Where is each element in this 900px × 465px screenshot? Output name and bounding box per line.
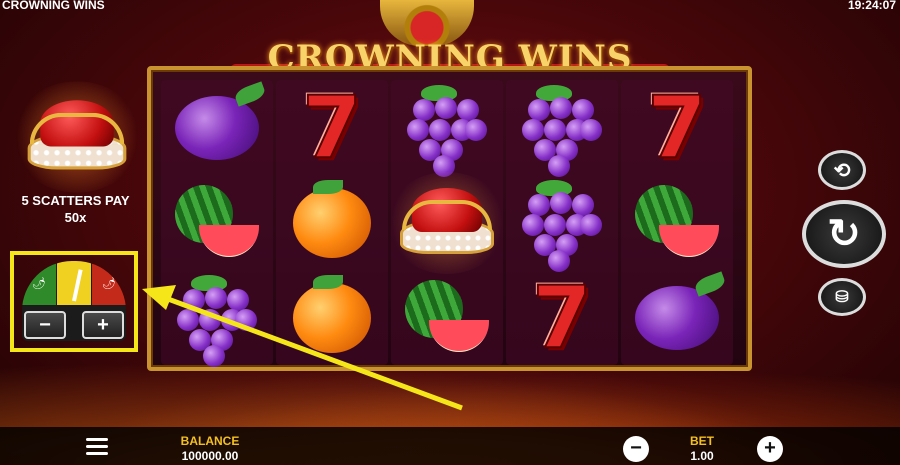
- reel-1: [161, 80, 273, 367]
- scatter-pay-text: 5 SCATTERS PAY: [21, 193, 130, 208]
- balance-value: 100000.00: [181, 449, 239, 463]
- reel-5: 7: [621, 80, 733, 365]
- autoplay-button[interactable]: ⟲: [818, 150, 866, 190]
- symbol-watermelon: [621, 175, 733, 270]
- symbol-watermelon: [391, 270, 503, 365]
- volatility-minus-button[interactable]: −: [24, 311, 66, 339]
- volatility-low-segment: 🌶: [22, 261, 56, 305]
- symbol-watermelon: [161, 175, 273, 270]
- bet-coins-button[interactable]: ⛁: [818, 278, 866, 316]
- symbol-crown: [386, 171, 508, 274]
- symbol-seven: 7: [646, 77, 708, 178]
- scatter-multiplier: 50x: [64, 210, 87, 225]
- symbol-grapes: [391, 80, 503, 177]
- symbol-grapes: [506, 175, 618, 272]
- volatility-meter: 🌶 🌶 − +: [22, 261, 126, 341]
- bet-label: BET: [690, 434, 714, 448]
- menu-button[interactable]: [86, 438, 108, 456]
- volatility-high-segment: 🌶: [92, 261, 126, 305]
- autoplay-icon: ⟲: [833, 159, 851, 182]
- reels-frame: 777: [147, 66, 752, 371]
- balance-label: BALANCE: [180, 434, 240, 448]
- scatter-info: 5 SCATTERS PAY 50x: [8, 192, 143, 226]
- volatility-plus-button[interactable]: +: [82, 311, 124, 339]
- spin-icon: ↻: [827, 212, 861, 256]
- reel-2: 7: [276, 80, 388, 365]
- menu-icon: [86, 438, 108, 441]
- symbol-seven: 7: [301, 77, 363, 178]
- symbol-seven: 7: [531, 267, 593, 368]
- symbol-grapes: [506, 80, 618, 177]
- symbol-grapes: [161, 270, 273, 367]
- bet-minus-button[interactable]: −: [623, 436, 649, 462]
- game-name: CROWNING WINS: [2, 0, 105, 12]
- coins-icon: ⛁: [835, 289, 849, 306]
- reel-3: [386, 80, 508, 365]
- reel-4: 7: [506, 80, 618, 365]
- symbol-plum: [161, 80, 273, 175]
- symbol-orange: [276, 175, 388, 270]
- spin-button[interactable]: ↻: [802, 200, 886, 268]
- volatility-highlight: 🌶 🌶 − +: [10, 251, 138, 352]
- scatter-crown-icon: [10, 81, 144, 193]
- clock: 19:24:07: [847, 0, 896, 12]
- symbol-plum: [621, 270, 733, 365]
- bet-value: 1.00: [690, 449, 714, 463]
- symbol-orange: [276, 270, 388, 365]
- bet-plus-button[interactable]: +: [757, 436, 783, 462]
